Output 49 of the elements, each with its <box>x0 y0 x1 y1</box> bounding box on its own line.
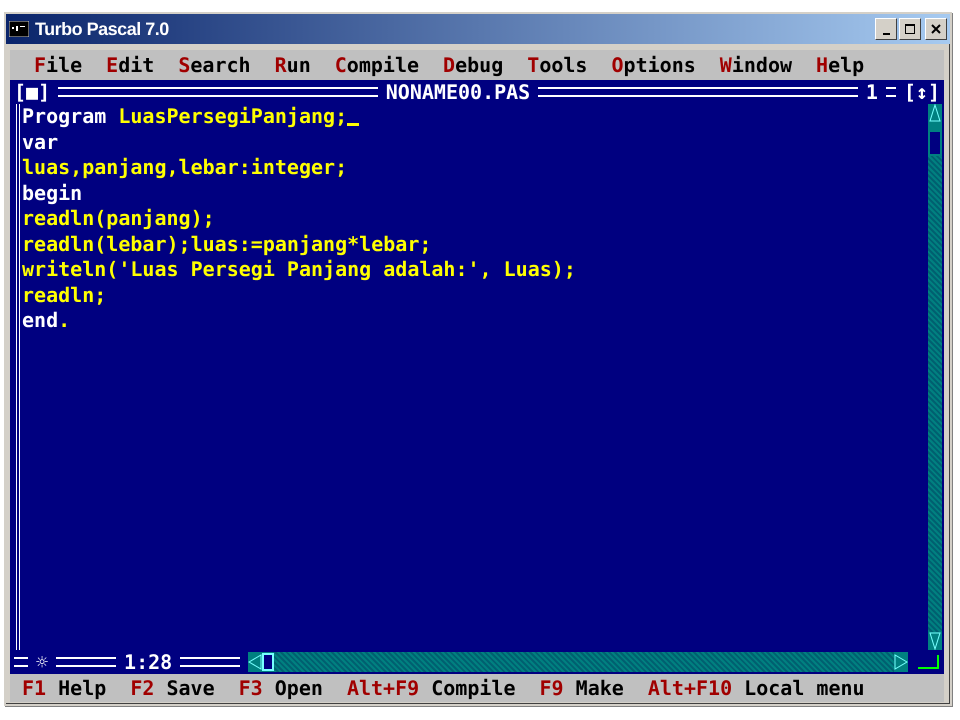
menu-item[interactable]: Help <box>816 52 864 78</box>
menu-item[interactable]: Search <box>178 52 251 78</box>
resize-corner-icon[interactable] <box>916 653 940 671</box>
menu-item[interactable]: Window <box>720 52 792 78</box>
shortcut-hint[interactable]: F3 Open <box>238 676 323 700</box>
code-line: end. <box>22 308 70 334</box>
window-title: Turbo Pascal 7.0 <box>35 18 169 40</box>
minimize-icon <box>882 32 890 34</box>
code-line: readln; <box>22 282 106 308</box>
code-line: readln(lebar);luas:=panjang*lebar; <box>22 232 432 257</box>
scroll-thumb[interactable] <box>928 130 942 156</box>
right-arrow-icon[interactable] <box>894 654 908 670</box>
menu-item[interactable]: Debug <box>443 52 504 78</box>
frame-border <box>14 657 28 667</box>
close-box[interactable]: [■] <box>14 80 50 104</box>
up-arrow-icon[interactable] <box>929 104 941 122</box>
window-number: 1 <box>866 80 878 104</box>
zoom-box[interactable]: [↕] <box>904 80 940 104</box>
menu-item[interactable]: Options <box>611 52 696 78</box>
menu-item[interactable]: Compile <box>334 52 420 78</box>
file-name: NONAME00.PAS <box>386 80 530 104</box>
modified-indicator: ☼ <box>36 650 48 674</box>
close-icon <box>931 24 941 34</box>
code-line: Program LuasPersegiPanjang; <box>22 104 348 130</box>
left-arrow-icon[interactable] <box>248 654 262 670</box>
menu-item[interactable]: Run <box>274 52 311 78</box>
maximize-button[interactable] <box>899 18 921 40</box>
shortcut-hint[interactable]: F1 Help <box>22 676 106 700</box>
down-arrow-icon[interactable] <box>929 632 941 650</box>
shortcut-hint[interactable]: Alt+F10 Local menu <box>648 676 865 700</box>
minimize-button[interactable] <box>875 18 897 40</box>
code-line: var <box>22 130 58 155</box>
cursor-position: 1:28 <box>124 650 172 674</box>
frame-border <box>180 657 240 667</box>
menu-item[interactable]: Tools <box>527 52 588 78</box>
frame-border <box>56 657 116 667</box>
code-line: begin <box>22 180 82 206</box>
shortcut-hint[interactable]: F9 Make <box>540 676 624 700</box>
code-line: readln(panjang); <box>22 206 215 232</box>
menu-item[interactable]: Edit <box>106 52 154 78</box>
menu-item[interactable]: File <box>34 52 82 78</box>
code-line: writeln('Luas Persegi Panjang adalah:', Luas); <box>22 257 576 282</box>
close-button[interactable] <box>925 18 947 40</box>
shortcut-hint[interactable]: Alt+F9 Compile <box>346 676 516 700</box>
console-icon <box>9 21 29 37</box>
maximize-icon <box>905 24 915 34</box>
code-line: luas,panjang,lebar:integer; <box>22 155 348 180</box>
frame-border <box>886 87 896 97</box>
shortcut-hint[interactable]: F2 Save <box>130 676 215 700</box>
